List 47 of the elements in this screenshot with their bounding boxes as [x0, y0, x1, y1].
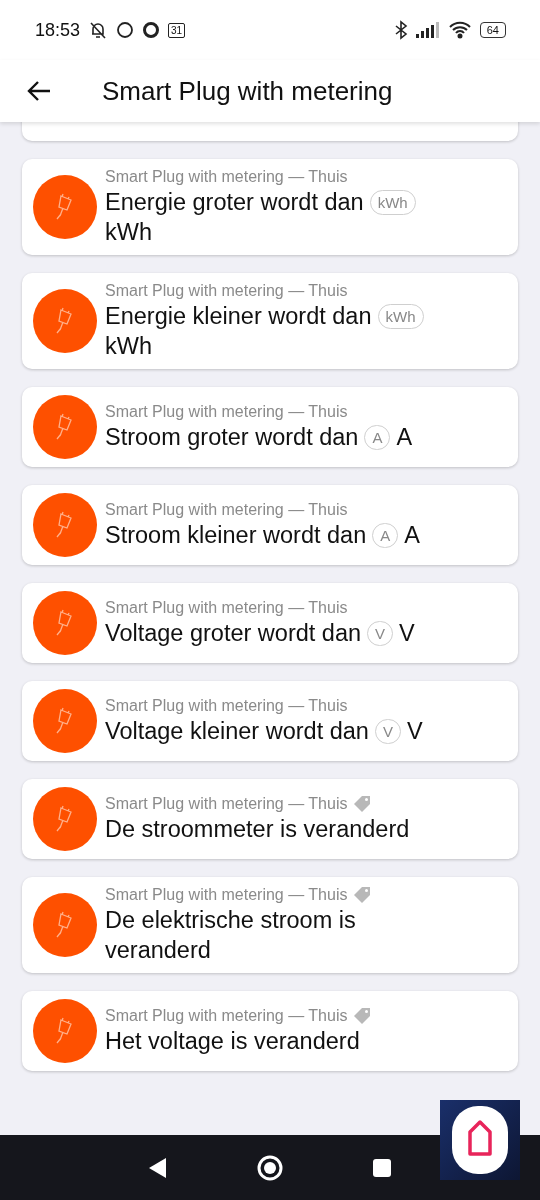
status-time: 18:53 [35, 19, 81, 41]
app-logo-icon[interactable] [440, 1100, 520, 1180]
signal-icon [415, 22, 440, 38]
card-subtitle: Smart Plug with metering — Thuis [105, 696, 348, 716]
card-title: Voltage kleiner wordt dan [105, 718, 369, 744]
card-title: Stroom kleiner wordt dan [105, 522, 367, 548]
back-nav-button[interactable] [148, 1156, 168, 1179]
unit-label: A [396, 424, 413, 450]
card-title: De elektrische stroom is veranderd [105, 907, 356, 963]
calendar-icon: 31 [168, 22, 186, 38]
trigger-card[interactable]: Smart Plug with metering — Thuis Voltage groter wordt dan V V [22, 583, 518, 663]
card-subtitle: Smart Plug with metering — Thuis [105, 500, 348, 520]
unit-label: V [406, 718, 423, 744]
page-title: Smart Plug with metering [102, 75, 393, 107]
trigger-card[interactable]: Smart Plug with metering — Thuis Energie groter wordt dan kWh kWh [22, 159, 518, 255]
trigger-card[interactable]: Smart Plug with metering — Thuis Stroom kleiner wordt dan A A [22, 485, 518, 565]
trigger-card[interactable]: Smart Plug with metering — Thuis Energie kleiner wordt dan kWh kWh [22, 273, 518, 369]
bell-off-icon [88, 20, 109, 40]
trigger-card[interactable]: Smart Plug with metering — Thuis Het voltage is veranderd [22, 991, 518, 1071]
battery-icon: 64 [479, 22, 506, 38]
card-title: De stroommeter is veranderd [105, 816, 410, 842]
trigger-card[interactable]: Smart Plug with metering — Thuis De stroommeter is veranderd [22, 779, 518, 859]
trigger-card[interactable]: Smart Plug with metering — Thuis De elektrische stroom is veranderd [22, 877, 518, 973]
trigger-card[interactable]: Smart Plug with metering — Thuis Stroom groter wordt dan A A [22, 387, 518, 467]
card-subtitle: Smart Plug with metering — Thuis [105, 281, 348, 301]
card-title: Het voltage is veranderd [105, 1028, 360, 1054]
unit-label: V [399, 620, 415, 646]
card-title: Stroom groter wordt dan [105, 424, 359, 450]
card-title: Energie groter wordt dan [105, 189, 364, 215]
card-title: Voltage groter wordt dan [105, 620, 362, 646]
bluetooth-icon [393, 20, 408, 40]
wifi-icon [447, 21, 472, 39]
card-subtitle: Smart Plug with metering — Thuis [105, 167, 348, 187]
card-subtitle: Smart Plug with metering — Thuis [105, 885, 348, 905]
ring-icon [142, 21, 161, 39]
card-subtitle: Smart Plug with metering — Thuis [105, 402, 348, 422]
unit-label: A [404, 522, 420, 548]
unit-label: kWh [105, 219, 152, 245]
home-nav-button[interactable] [256, 1153, 284, 1182]
trigger-card[interactable]: Smart Plug with metering — Thuis Voltage kleiner wordt dan V V [22, 681, 518, 761]
card-title: Energie kleiner wordt dan [105, 303, 372, 329]
unit-label: kWh [105, 333, 152, 359]
card-subtitle: Smart Plug with metering — Thuis [105, 598, 348, 618]
recents-nav-button[interactable] [372, 1157, 392, 1178]
card-subtitle: Smart Plug with metering — Thuis [105, 1006, 348, 1026]
card-subtitle: Smart Plug with metering — Thuis [105, 794, 348, 814]
circle-icon [116, 21, 135, 39]
